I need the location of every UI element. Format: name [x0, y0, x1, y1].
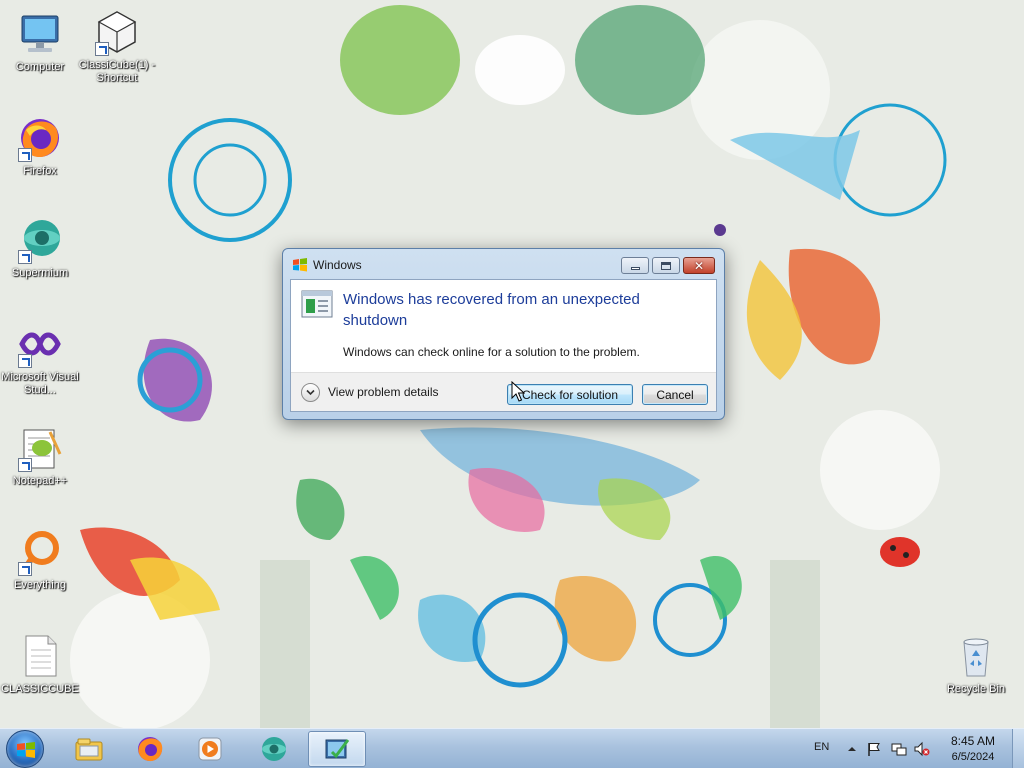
- desktop-icon-notepadpp[interactable]: Notepad++: [1, 424, 79, 488]
- desktop-icon-label: Supermium: [11, 267, 69, 279]
- desktop-icon-computer[interactable]: Computer: [1, 10, 79, 74]
- taskbar-problem-reporting[interactable]: [308, 731, 366, 767]
- recycle-bin-icon: [963, 638, 989, 677]
- volume-muted-icon[interactable]: [914, 741, 930, 757]
- taskbar-firefox[interactable]: [121, 731, 179, 767]
- desktop-icon-firefox[interactable]: Firefox: [1, 114, 79, 178]
- close-icon: ✕: [693, 258, 705, 273]
- classicube-file-icon: [25, 635, 57, 677]
- shortcut-arrow-icon: [18, 354, 32, 368]
- mouse-cursor-icon: [511, 381, 525, 402]
- media-player-icon: [198, 737, 222, 761]
- chevron-down-icon: [306, 389, 315, 396]
- desktop-icon-label: Firefox: [23, 165, 57, 177]
- desktop-icon-label: Everything: [14, 579, 66, 591]
- desktop-icon-classicube-shortcut[interactable]: ClassiCube(1) - Shortcut: [78, 8, 156, 85]
- dialog-content: Windows has recovered from an unexpected…: [290, 279, 717, 412]
- view-details-label[interactable]: View problem details: [328, 385, 439, 399]
- supermium-icon: [262, 737, 286, 761]
- dialog-titlebar[interactable]: Windows ✕: [283, 249, 724, 279]
- desktop-icon-label: Recycle Bin: [946, 683, 1006, 695]
- desktop-icon-everything[interactable]: Everything: [1, 528, 79, 592]
- show-desktop-button[interactable]: [1012, 729, 1024, 768]
- problem-reporting-icon: [325, 739, 350, 759]
- desktop-icon-label: Notepad++: [12, 475, 68, 487]
- computer-icon: [21, 15, 59, 52]
- recovery-dialog: Windows ✕ Windows has recovered from an …: [282, 248, 725, 420]
- windows-logo-icon: [17, 742, 35, 758]
- start-button[interactable]: [6, 730, 44, 768]
- desktop-icon-recycle-bin[interactable]: Recycle Bin: [937, 632, 1015, 696]
- content-text: Windows can check online for a solution …: [343, 345, 640, 359]
- shortcut-arrow-icon: [18, 148, 32, 162]
- error-report-icon: [301, 290, 333, 318]
- action-center-flag-icon[interactable]: [866, 741, 882, 757]
- clock-time[interactable]: 8:45 AM: [946, 734, 1000, 748]
- shortcut-arrow-icon: [18, 250, 32, 264]
- desktop-icon-classicube-file[interactable]: CLASSICCUBE: [1, 632, 79, 696]
- desktop-icon-label: Computer: [15, 61, 65, 73]
- shortcut-arrow-icon: [18, 562, 32, 576]
- taskbar-supermium[interactable]: [245, 731, 303, 767]
- network-icon[interactable]: [891, 741, 907, 757]
- shortcut-arrow-icon: [18, 458, 32, 472]
- dialog-title: Windows: [313, 258, 362, 272]
- firefox-icon: [138, 737, 163, 762]
- taskbar: EN 8:45 AM 6/5/2024: [0, 728, 1024, 768]
- cancel-button[interactable]: Cancel: [642, 384, 708, 405]
- check-for-solution-button[interactable]: Check for solution: [507, 384, 633, 405]
- maximize-icon: [661, 261, 671, 270]
- close-button[interactable]: ✕: [683, 257, 715, 274]
- desktop-icon-label: ClassiCube(1) - Shortcut: [78, 59, 156, 84]
- windows-flag-icon: [293, 258, 307, 272]
- language-indicator[interactable]: EN: [814, 741, 829, 753]
- taskbar-media-player[interactable]: [181, 731, 239, 767]
- shortcut-arrow-icon: [95, 42, 109, 56]
- maximize-button[interactable]: [652, 257, 680, 274]
- show-hidden-icons-icon[interactable]: [844, 741, 860, 757]
- windows-explorer-icon: [75, 738, 103, 761]
- clock-date[interactable]: 6/5/2024: [946, 751, 1000, 763]
- desktop-icon-label: CLASSICCUBE: [1, 683, 79, 695]
- taskbar-explorer[interactable]: [60, 731, 118, 767]
- desktop-icon-label: Microsoft Visual Stud...: [1, 371, 79, 396]
- main-instruction: Windows has recovered from an unexpected…: [343, 291, 640, 329]
- desktop-icon-supermium[interactable]: Supermium: [1, 216, 79, 280]
- minimize-icon: [630, 267, 640, 270]
- desktop-icon-visual-studio[interactable]: Microsoft Visual Stud...: [1, 320, 79, 397]
- minimize-button[interactable]: [621, 257, 649, 274]
- expand-details-button[interactable]: [301, 383, 320, 402]
- dialog-footer: View problem details Check for solution …: [291, 372, 716, 411]
